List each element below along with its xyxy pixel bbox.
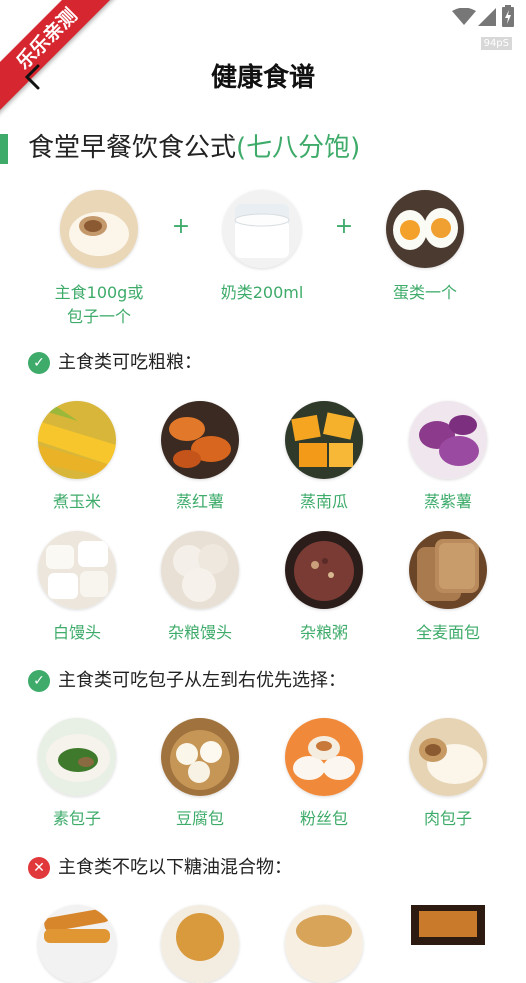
item-label: 杂粮馒头	[167, 623, 232, 642]
formula-label-milk: 奶类200ml	[220, 283, 304, 302]
section-title: 食堂早餐饮食公式(七八分饱)	[28, 128, 360, 168]
multigrain-bun-image	[161, 531, 239, 609]
item-label: 蒸紫薯	[423, 492, 472, 511]
page-title: 健康食谱	[210, 63, 315, 93]
plus-sign: +	[334, 214, 354, 239]
check-icon: ✓	[28, 352, 50, 374]
wifi-icon	[452, 8, 476, 25]
section-title-main: 食堂早餐饮食公式	[28, 133, 237, 163]
plus-sign: +	[171, 214, 191, 239]
item-label: 蒸红薯	[175, 492, 224, 511]
signal-icon	[478, 8, 496, 26]
boiled-egg-image	[386, 190, 464, 268]
white-bun-image	[38, 531, 116, 609]
item-label: 蒸南瓜	[299, 492, 348, 511]
bun-preference-heading: ✓ 主食类可吃包子从左到右优先选择：	[28, 668, 346, 694]
check-icon: ✓	[28, 670, 50, 692]
pumpkin-image	[285, 401, 363, 479]
item-label: 杂粮粥	[299, 623, 348, 642]
formula-label-egg: 蛋类一个	[392, 283, 457, 302]
sweet-potato-image	[161, 401, 239, 479]
fps-indicator: 94pS	[480, 37, 512, 50]
item-label: 全麦面包	[415, 623, 480, 642]
grain-porridge-image	[285, 531, 363, 609]
milk-glass-image	[223, 190, 301, 268]
vermicelli-bun-image	[285, 718, 363, 796]
battery-icon	[502, 5, 514, 27]
avoid-heading: ✕ 主食类不吃以下糖油混合物：	[28, 855, 292, 881]
wholewheat-bread-image	[409, 531, 487, 609]
pastry-image	[285, 905, 363, 983]
fried-dough-image	[38, 905, 116, 983]
item-label: 白馒头	[52, 623, 101, 642]
coarse-grain-heading: ✓ 主食类可吃粗粮：	[28, 350, 202, 376]
item-label: 素包子	[52, 809, 101, 828]
section-accent-bar	[0, 134, 8, 164]
veg-bun-image	[38, 718, 116, 796]
sesame-ball-image	[161, 905, 239, 983]
steamed-bun-image	[60, 190, 138, 268]
section-title-highlight: (七八分饱)	[236, 133, 361, 163]
cross-icon: ✕	[28, 857, 50, 879]
item-label: 煮玉米	[52, 492, 101, 511]
meat-bun-image	[409, 718, 487, 796]
fried-snack-image	[409, 905, 487, 983]
tofu-bun-image	[161, 718, 239, 796]
item-label: 肉包子	[423, 809, 472, 828]
formula-label-staple: 主食100g或 包子一个	[54, 283, 144, 326]
item-label: 粉丝包	[299, 809, 348, 828]
item-label: 豆腐包	[175, 809, 224, 828]
corn-image	[38, 401, 116, 479]
purple-potato-image	[409, 401, 487, 479]
